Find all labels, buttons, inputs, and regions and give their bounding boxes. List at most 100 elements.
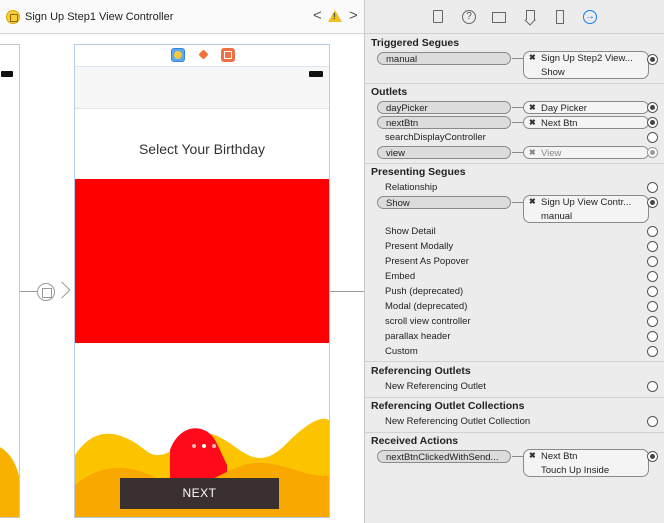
divider [365, 397, 664, 398]
section-title-referencing-outlet-collections: Referencing Outlet Collections [371, 400, 525, 412]
connection-source-pill[interactable]: Show [377, 196, 511, 209]
connection-circle-icon[interactable] [647, 451, 658, 462]
outlet-row[interactable]: nextBtn ✖ Next Btn [365, 116, 664, 131]
connection-target[interactable]: ✖ Next Btn Touch Up Inside [523, 449, 649, 477]
segue-row[interactable]: Relationship [365, 181, 664, 196]
connection-target[interactable]: ✖ Day Picker [523, 101, 649, 114]
remove-connection-icon[interactable]: ✖ [529, 103, 536, 112]
connection-circle-icon[interactable] [647, 301, 658, 312]
battery-icon [1, 71, 13, 77]
segue-row[interactable]: scroll view controller [365, 315, 664, 330]
connection-source-pill[interactable]: dayPicker [377, 101, 511, 114]
connection-source-pill[interactable]: manual [377, 52, 511, 65]
jump-bar-title[interactable]: Sign Up Step1 View Controller [25, 11, 173, 23]
segue-line-outgoing [330, 291, 364, 292]
connections-inspector: ? → Triggered Segues manual ✖ Sign Up St… [364, 0, 664, 523]
remove-connection-icon[interactable]: ✖ [529, 197, 536, 206]
segue-row[interactable]: Present As Popover [365, 255, 664, 270]
page-dot-current [202, 444, 206, 448]
connection-circle-icon[interactable] [647, 316, 658, 327]
divider [365, 432, 664, 433]
connection-circle-icon[interactable] [647, 147, 658, 158]
outlet-row[interactable]: dayPicker ✖ Day Picker [365, 101, 664, 116]
referencing-outlet-row[interactable]: New Referencing Outlet [365, 380, 664, 395]
connection-circle-icon[interactable] [647, 132, 658, 143]
outlet-row[interactable]: view ✖ View [365, 146, 664, 161]
attributes-inspector-icon[interactable] [523, 10, 537, 24]
connection-source-pill[interactable]: nextBtnClickedWithSend... [377, 450, 511, 463]
section-title-outlets: Outlets [371, 86, 408, 98]
first-responder-icon[interactable] [197, 48, 211, 62]
connections-inspector-icon[interactable]: → [583, 10, 597, 24]
quick-help-icon[interactable]: ? [462, 10, 476, 24]
divider [365, 163, 664, 164]
scene-dock [75, 45, 329, 67]
segue-row[interactable]: Show Detail [365, 225, 664, 240]
connection-circle-icon[interactable] [647, 197, 658, 208]
page-control[interactable] [190, 442, 220, 450]
segue-row[interactable]: Embed [365, 270, 664, 285]
segue-row[interactable]: Push (deprecated) [365, 285, 664, 300]
size-inspector-icon[interactable] [556, 10, 564, 24]
identity-inspector-icon[interactable] [492, 12, 506, 23]
segue-row[interactable]: parallax header [365, 330, 664, 345]
connection-circle-icon[interactable] [647, 182, 658, 193]
received-action-row[interactable]: nextBtnClickedWithSend... ✖ Next Btn Tou… [365, 449, 664, 477]
connection-circle-icon[interactable] [647, 102, 658, 113]
section-title-triggered-segues: Triggered Segues [371, 37, 460, 49]
previous-scene[interactable] [0, 44, 20, 518]
connection-circle-icon[interactable] [647, 271, 658, 282]
connection-circle-icon[interactable] [647, 117, 658, 128]
back-arrow-icon[interactable]: < [313, 8, 322, 24]
connection-source-pill[interactable]: view [377, 146, 511, 159]
segue-arrow-icon [53, 281, 71, 299]
divider [365, 83, 664, 84]
outlet-row[interactable]: searchDisplayController [365, 131, 664, 146]
next-button[interactable]: NEXT [120, 478, 279, 509]
navigation-bar[interactable] [75, 85, 329, 109]
connection-circle-icon[interactable] [647, 381, 658, 392]
section-title-referencing-outlets: Referencing Outlets [371, 365, 471, 377]
connection-circle-icon[interactable] [647, 416, 658, 427]
connection-circle-icon[interactable] [647, 346, 658, 357]
remove-connection-icon[interactable]: ✖ [529, 53, 536, 62]
connection-target[interactable]: ✖ Sign Up View Contr... manual [523, 195, 649, 223]
remove-connection-icon[interactable]: ✖ [529, 451, 536, 460]
forward-arrow-icon[interactable]: > [349, 8, 358, 24]
page-dot [192, 444, 196, 448]
connection-target[interactable]: ✖ Next Btn [523, 116, 649, 129]
wave-decoration [0, 445, 19, 517]
connection-source-pill[interactable]: nextBtn [377, 116, 511, 129]
remove-connection-icon[interactable]: ✖ [529, 118, 536, 127]
jump-bar: Sign Up Step1 View Controller < ! > [0, 0, 364, 34]
status-bar [75, 67, 329, 85]
segue-line [20, 291, 38, 292]
view-controller-dock-icon[interactable] [171, 48, 185, 62]
storyboard-canvas[interactable]: Sign Up Step1 View Controller < ! > Sele… [0, 0, 364, 523]
connection-row[interactable]: manual ✖ Sign Up Step2 View... Show [365, 51, 664, 79]
segue-row[interactable]: Present Modally [365, 240, 664, 255]
connection-circle-icon[interactable] [647, 286, 658, 297]
divider [365, 361, 664, 362]
connection-target[interactable]: ✖ View [523, 146, 649, 159]
segue-row[interactable]: Show ✖ Sign Up View Contr... manual [365, 195, 664, 223]
connection-target[interactable]: ✖ Sign Up Step2 View... Show [523, 51, 649, 79]
connection-circle-icon[interactable] [647, 226, 658, 237]
segue-icon[interactable] [37, 283, 55, 301]
file-inspector-icon[interactable] [433, 10, 443, 23]
referencing-outlet-collection-row[interactable]: New Referencing Outlet Collection [365, 415, 664, 430]
connection-circle-icon[interactable] [647, 331, 658, 342]
connection-circle-icon[interactable] [647, 241, 658, 252]
connection-circle-icon[interactable] [647, 54, 658, 65]
section-title-received-actions: Received Actions [371, 435, 459, 447]
inspector-toolbar: ? → [365, 0, 664, 34]
day-picker[interactable] [75, 179, 329, 343]
exit-icon[interactable] [221, 48, 235, 62]
warning-icon[interactable]: ! [328, 10, 342, 22]
sign-up-step1-scene[interactable]: Select Your Birthday NEXT [74, 44, 330, 518]
remove-connection-icon[interactable]: ✖ [529, 148, 536, 157]
connection-circle-icon[interactable] [647, 256, 658, 267]
segue-row[interactable]: Custom [365, 345, 664, 360]
page-title[interactable]: Select Your Birthday [75, 141, 329, 157]
segue-row[interactable]: Modal (deprecated) [365, 300, 664, 315]
